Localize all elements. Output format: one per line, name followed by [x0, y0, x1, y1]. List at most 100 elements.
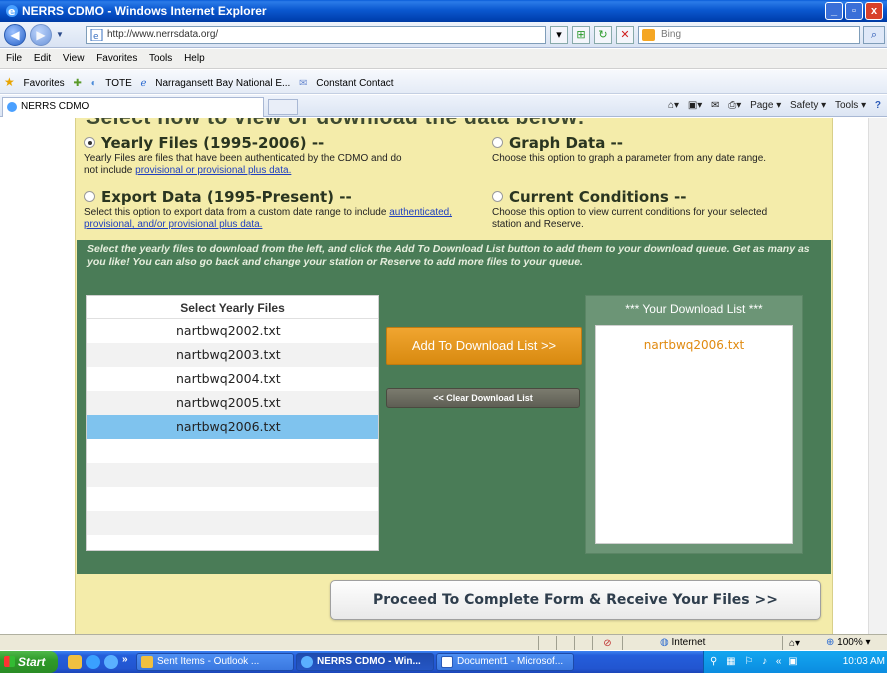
page-viewport: Select how to view or download the data … [0, 118, 868, 634]
file-row-selected[interactable]: nartbwq2006.txt [87, 415, 378, 439]
show-desktop-icon[interactable] [68, 655, 82, 669]
task-outlook[interactable]: Sent Items - Outlook ... [136, 653, 294, 671]
menu-bar: File Edit View Favorites Tools Help [0, 49, 887, 69]
task-word[interactable]: Document1 - Microsof... [436, 653, 574, 671]
start-label: Start [18, 655, 46, 669]
tools-menu[interactable]: Tools ▾ [835, 100, 866, 111]
file-row[interactable]: nartbwq2004.txt [87, 367, 378, 391]
option-graph-title: Graph Data -- [509, 134, 624, 152]
menu-file[interactable]: File [6, 53, 22, 64]
ie-quicklaunch-icon[interactable] [86, 655, 100, 669]
download-instructions: Select the yearly files to download from… [87, 243, 810, 268]
favorites-bar: ★ Favorites ✚ ◐ TOTE ℯ Narragansett Bay … [0, 70, 887, 94]
network-icon[interactable]: ▣ [788, 656, 797, 667]
file-row[interactable]: nartbwq2002.txt [87, 319, 378, 343]
zone-label: Internet [671, 637, 706, 648]
address-url: http://www.nerrsdata.org/ [107, 29, 219, 40]
search-icon[interactable]: ⌕ [863, 26, 885, 44]
option-graph-data[interactable]: Graph Data -- Choose this option to grap… [492, 134, 812, 165]
system-tray: ⚲ ▦ ⚐ ♪ « ▣ 10:03 AM [703, 651, 887, 673]
window-title: NERRS CDMO - Windows Internet Explorer [22, 4, 267, 18]
clear-download-list-button[interactable]: << Clear Download List [386, 388, 580, 408]
help-icon[interactable]: ? [875, 100, 881, 111]
forward-button[interactable]: ▶ [30, 24, 52, 46]
safety-menu[interactable]: Safety ▾ [790, 100, 826, 111]
favorites-button[interactable]: Favorites [24, 78, 65, 89]
protected-mode-icon[interactable]: ⌂▾ [782, 636, 822, 650]
radio-graph-data[interactable] [492, 137, 503, 148]
option-export-data[interactable]: Export Data (1995-Present) -- Select thi… [84, 188, 484, 231]
zoom-level[interactable]: ⊕ 100% ▾ [826, 635, 871, 650]
radio-current-conditions[interactable] [492, 191, 503, 202]
provisional-data-link[interactable]: provisional or provisional plus data. [135, 165, 291, 176]
menu-view[interactable]: View [63, 53, 85, 64]
page-menu[interactable]: Page ▾ [750, 100, 781, 111]
globe-icon: ◍ [660, 637, 669, 648]
favorites-star-icon[interactable]: ★ [4, 75, 15, 89]
print-icon[interactable]: ⎙▾ [728, 100, 741, 111]
close-button[interactable]: x [865, 2, 883, 20]
vertical-scrollbar[interactable] [868, 118, 887, 634]
maximize-button[interactable]: ▫ [845, 2, 863, 20]
search-input[interactable]: Bing [638, 26, 860, 44]
status-bar: ⊘ ◍ Internet ⌂▾ ⊕ 100% ▾ [0, 634, 887, 650]
ie-quicklaunch-icon-2[interactable] [104, 655, 118, 669]
favorite-link-narragansett[interactable]: Narragansett Bay National E... [155, 78, 290, 89]
tray-icon[interactable]: ⚐ [744, 656, 753, 667]
quicklaunch-more-icon[interactable]: » [122, 654, 128, 665]
address-dropdown-icon[interactable]: ▾ [550, 26, 568, 44]
radio-export-data[interactable] [84, 191, 95, 202]
feeds-icon[interactable]: ▣▾ [688, 100, 702, 111]
address-bar[interactable]: e http://www.nerrsdata.org/ [86, 26, 546, 44]
add-to-download-list-button[interactable]: Add To Download List >> [386, 327, 582, 365]
download-list-item[interactable]: nartbwq2006.txt [596, 338, 792, 352]
minimize-button[interactable]: _ [825, 2, 843, 20]
proceed-button[interactable]: Proceed To Complete Form & Receive Your … [330, 580, 821, 620]
zoom-icon: ⊕ [826, 637, 835, 648]
new-tab-button[interactable] [268, 99, 298, 115]
ie-page-icon: ℯ [140, 78, 147, 89]
download-list-panel: *** Your Download List *** nartbwq2006.t… [585, 295, 803, 554]
read-mail-icon[interactable]: ✉ [711, 100, 719, 111]
menu-edit[interactable]: Edit [34, 53, 51, 64]
stop-icon[interactable]: ✕ [616, 26, 634, 44]
tray-icon[interactable]: ⚲ [710, 656, 717, 667]
file-row[interactable]: nartbwq2003.txt [87, 343, 378, 367]
popup-blocked-icon[interactable]: ⊘ [592, 636, 622, 650]
tray-expand-icon[interactable]: « [776, 656, 782, 667]
radio-yearly-files[interactable] [84, 137, 95, 148]
home-icon[interactable]: ⌂▾ [668, 100, 679, 111]
favorite-link-tote[interactable]: TOTE [105, 78, 131, 89]
back-button[interactable]: ◀ [4, 24, 26, 46]
option-export-title: Export Data (1995-Present) -- [101, 188, 352, 206]
tray-icon[interactable]: ▦ [726, 656, 735, 667]
page-icon: e [90, 29, 103, 41]
menu-help[interactable]: Help [184, 53, 205, 64]
option-current-conditions[interactable]: Current Conditions -- Choose this option… [492, 188, 812, 231]
download-list-header: *** Your Download List *** [625, 302, 763, 316]
bing-icon [642, 29, 655, 41]
tray-icon[interactable]: ♪ [762, 656, 767, 667]
menu-favorites[interactable]: Favorites [96, 53, 137, 64]
command-bar: ⌂▾ ▣▾ ✉ ⎙▾ Page ▾ Safety ▾ Tools ▾ ? [662, 95, 881, 117]
address-toolbar: ◀ ▶ ▼ e http://www.nerrsdata.org/ ▾ ⊞ ↻ … [0, 22, 887, 48]
add-favorite-icon[interactable]: ✚ [73, 78, 81, 89]
history-dropdown-icon[interactable]: ▼ [56, 30, 64, 39]
download-panel: Select the yearly files to download from… [77, 240, 831, 574]
refresh-icon[interactable]: ↻ [594, 26, 612, 44]
task-ie[interactable]: NERRS CDMO - Win... [296, 653, 434, 671]
favorite-link-constant-contact[interactable]: Constant Contact [316, 78, 393, 89]
file-row[interactable]: nartbwq2005.txt [87, 391, 378, 415]
menu-tools[interactable]: Tools [149, 53, 172, 64]
security-zone[interactable]: ◍ Internet [656, 635, 705, 650]
search-placeholder: Bing [661, 29, 682, 40]
empty-row [87, 511, 378, 535]
option-current-desc: Choose this option to view current condi… [492, 207, 768, 230]
content-panel: Select how to view or download the data … [75, 118, 833, 634]
option-yearly-files[interactable]: Yearly Files (1995-2006) -- Yearly Files… [84, 134, 474, 177]
tab-nerrs-cdmo[interactable]: NERRS CDMO [2, 97, 264, 117]
yearly-files-header: Select Yearly Files [87, 296, 378, 319]
option-yearly-title: Yearly Files (1995-2006) -- [101, 134, 325, 152]
start-button[interactable]: Start [0, 651, 58, 673]
compatibility-view-icon[interactable]: ⊞ [572, 26, 590, 44]
